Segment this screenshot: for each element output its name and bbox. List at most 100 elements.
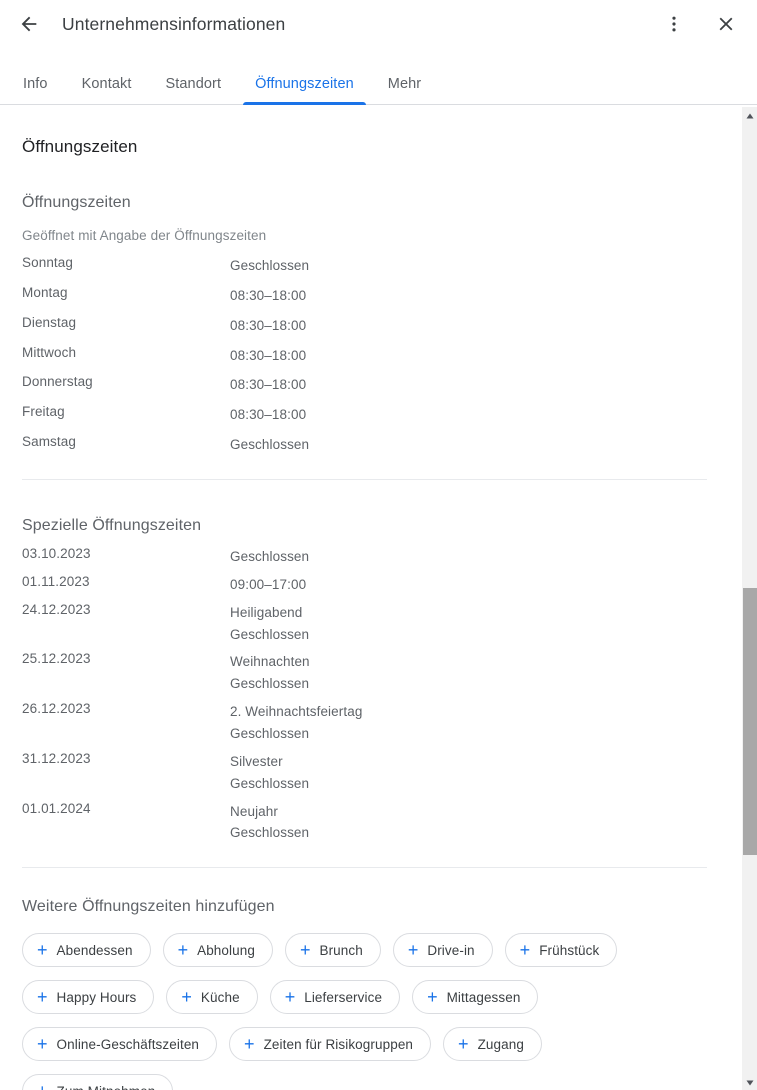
special-holiday-name: Weihnachten xyxy=(230,654,310,670)
plus-icon: + xyxy=(284,986,296,1007)
day-label: Donnerstag xyxy=(22,374,93,390)
add-chip-happy-hours[interactable]: + Happy Hours xyxy=(22,980,155,1015)
add-hours-heading: Weitere Öffnungszeiten hinzufügen xyxy=(22,898,275,916)
special-hours-text: Geschlossen xyxy=(230,825,310,841)
close-button[interactable] xyxy=(709,7,743,41)
day-hours: 08:30–18:00 xyxy=(230,377,307,393)
special-hours-text: Geschlossen xyxy=(230,726,310,742)
table-row: Donnerstag 08:30–18:00 xyxy=(22,374,741,396)
title-bar-actions xyxy=(657,7,743,41)
special-value: 2. Weihnachtsfeiertag Geschlossen xyxy=(230,701,362,745)
table-row: Sonntag Geschlossen xyxy=(22,255,741,277)
special-value: Weihnachten Geschlossen xyxy=(230,651,310,695)
chip-row: + Online-Geschäftszeiten + Zeiten für Ri… xyxy=(22,1027,741,1062)
tab-oeffnungszeiten[interactable]: Öffnungszeiten xyxy=(238,76,371,105)
add-chip-abholung[interactable]: + Abholung xyxy=(162,933,273,968)
chip-label: Zum Mitnehmen xyxy=(57,1084,156,1090)
plus-icon: + xyxy=(299,939,311,960)
add-chip-fruehstueck[interactable]: + Frühstück xyxy=(504,933,618,968)
special-value: Heiligabend Geschlossen xyxy=(230,602,309,646)
divider xyxy=(22,867,707,869)
add-hours-section: Weitere Öffnungszeiten hinzufügen + Aben… xyxy=(0,898,741,1090)
day-hours: 08:30–18:00 xyxy=(230,407,307,423)
chip-label: Mittagessen xyxy=(446,989,521,1005)
day-label: Montag xyxy=(22,284,68,300)
special-value: Silvester Geschlossen xyxy=(230,751,309,795)
plus-icon: + xyxy=(458,1033,469,1054)
add-chip-kueche[interactable]: + Küche xyxy=(166,980,258,1015)
vertical-scrollbar[interactable] xyxy=(741,107,757,1090)
special-date: 01.11.2023 xyxy=(22,573,90,589)
page-title: Unternehmensinformationen xyxy=(62,13,286,34)
special-hours-text: 09:00–17:00 xyxy=(230,576,307,592)
day-hours: 08:30–18:00 xyxy=(230,347,307,363)
plus-icon: + xyxy=(244,1033,255,1054)
add-chip-lieferservice[interactable]: + Lieferservice xyxy=(269,980,401,1015)
tab-info[interactable]: Info xyxy=(6,76,65,105)
arrow-left-icon xyxy=(18,13,40,35)
content-scroll-area[interactable]: Öffnungszeiten Öffnungszeiten Geöffnet m… xyxy=(0,106,741,1090)
divider xyxy=(22,479,707,481)
tab-standort[interactable]: Standort xyxy=(148,76,238,105)
chip-label: Brunch xyxy=(319,942,363,958)
table-row: Samstag Geschlossen xyxy=(22,434,741,456)
special-holiday-name: Neujahr xyxy=(230,803,278,819)
day-label: Samstag xyxy=(22,434,76,450)
tab-bar: Info Kontakt Standort Öffnungszeiten Meh… xyxy=(0,48,757,105)
special-value: Geschlossen xyxy=(230,546,309,568)
table-row: 26.12.2023 2. Weihnachtsfeiertag Geschlo… xyxy=(22,701,741,745)
scrollbar-thumb[interactable] xyxy=(743,588,757,855)
chip-label: Abendessen xyxy=(56,942,133,958)
day-hours: 08:30–18:00 xyxy=(230,317,307,333)
add-chip-zeiten-fuer-risikogruppen[interactable]: + Zeiten für Risikogruppen xyxy=(229,1027,432,1062)
scroll-down-button[interactable] xyxy=(742,1074,757,1090)
add-chip-mittagessen[interactable]: + Mittagessen xyxy=(412,980,539,1015)
plus-icon: + xyxy=(427,986,438,1007)
table-row: Dienstag 08:30–18:00 xyxy=(22,315,741,337)
special-date: 25.12.2023 xyxy=(22,651,91,667)
special-date: 03.10.2023 xyxy=(22,546,91,562)
regular-hours-heading: Öffnungszeiten xyxy=(22,194,131,211)
day-label: Freitag xyxy=(22,404,65,420)
chip-label: Abholung xyxy=(197,942,255,958)
plus-icon: + xyxy=(519,939,531,960)
close-icon xyxy=(715,13,737,35)
add-chip-brunch[interactable]: + Brunch xyxy=(284,933,381,968)
regular-hours-section: Öffnungszeiten Geöffnet mit Angabe der Ö… xyxy=(0,194,741,456)
back-button[interactable] xyxy=(12,7,46,41)
scroll-up-button[interactable] xyxy=(742,107,757,123)
add-chip-zum-mitnehmen[interactable]: + Zum Mitnehmen xyxy=(22,1074,174,1090)
special-holiday-name: Silvester xyxy=(230,753,283,769)
special-hours-list: 03.10.2023 Geschlossen 01.11.2023 09:00–… xyxy=(22,546,741,844)
special-date: 24.12.2023 xyxy=(22,601,91,617)
chip-label: Küche xyxy=(200,989,240,1005)
chip-label: Zugang xyxy=(477,1036,524,1052)
chip-row: + Abendessen + Abholung + Brunch + Drive… xyxy=(22,933,741,968)
table-row: Freitag 08:30–18:00 xyxy=(22,404,741,426)
add-chip-abendessen[interactable]: + Abendessen xyxy=(22,933,151,968)
chip-label: Frühstück xyxy=(539,942,600,958)
special-hours-text: Geschlossen xyxy=(230,676,310,692)
table-row: Montag 08:30–18:00 xyxy=(22,285,741,307)
chip-label: Drive-in xyxy=(427,942,475,958)
add-chip-drive-in[interactable]: + Drive-in xyxy=(392,933,493,968)
plus-icon: + xyxy=(177,939,189,960)
table-row: 01.01.2024 Neujahr Geschlossen xyxy=(22,801,741,845)
tab-mehr[interactable]: Mehr xyxy=(371,76,438,105)
table-row: 01.11.2023 09:00–17:00 xyxy=(22,574,741,596)
table-row: 25.12.2023 Weihnachten Geschlossen xyxy=(22,651,741,695)
add-chip-online-geschaeftszeiten[interactable]: + Online-Geschäftszeiten xyxy=(22,1027,218,1062)
add-chip-zugang[interactable]: + Zugang xyxy=(443,1027,542,1062)
chip-row: + Happy Hours + Küche + Lieferservice + … xyxy=(22,980,741,1015)
special-date: 31.12.2023 xyxy=(22,750,91,766)
plus-icon: + xyxy=(37,1033,48,1054)
chip-label: Lieferservice xyxy=(304,989,383,1005)
scroll-down-arrow-icon xyxy=(746,1073,754,1090)
business-information-dialog: Unternehmensinformationen Info Kontakt S… xyxy=(0,0,757,1090)
day-label: Dienstag xyxy=(22,314,77,330)
table-row: 03.10.2023 Geschlossen xyxy=(22,546,741,568)
chip-label: Happy Hours xyxy=(56,989,137,1005)
tab-kontakt[interactable]: Kontakt xyxy=(65,76,149,105)
overflow-menu-button[interactable] xyxy=(657,7,691,41)
day-hours: Geschlossen xyxy=(230,258,310,273)
